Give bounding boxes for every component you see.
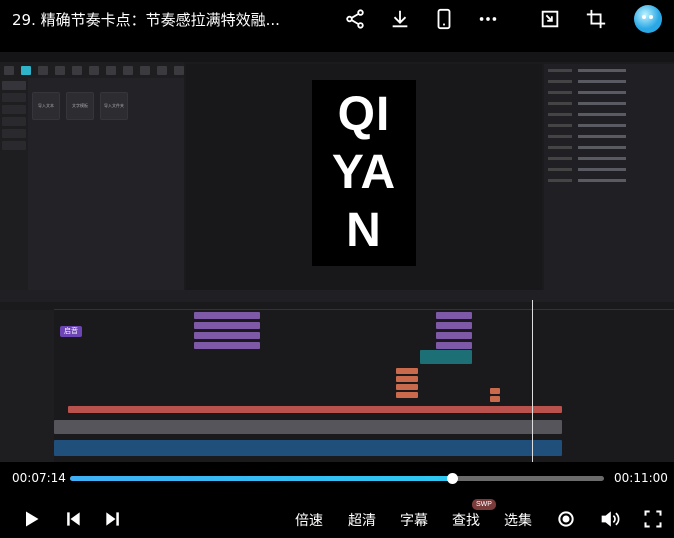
previous-button[interactable] — [62, 507, 84, 531]
next-button[interactable] — [102, 507, 124, 531]
avatar[interactable] — [634, 5, 662, 33]
skip-back-icon — [67, 512, 80, 526]
search-badge: SWP — [472, 499, 496, 510]
fullscreen-icon — [644, 510, 662, 528]
pip-icon[interactable] — [537, 6, 563, 32]
skip-forward-icon — [106, 512, 119, 526]
media-tile: 导入文件夹 — [100, 92, 128, 120]
speed-button[interactable]: 倍速 — [295, 510, 323, 530]
top-bar: 29. 精确节奏卡点：节奏感拉满特效融... — [0, 0, 674, 38]
progress-fill — [70, 476, 453, 481]
crop-icon[interactable] — [583, 6, 609, 32]
volume-button[interactable] — [598, 507, 622, 531]
fullscreen-button[interactable] — [642, 507, 664, 531]
media-tile: 文字模板 — [66, 92, 94, 120]
play-icon — [26, 511, 39, 527]
phone-icon[interactable] — [431, 6, 457, 32]
media-tile: 导入文本 — [32, 92, 60, 120]
video-frame[interactable]: 导入文本 文字模板 导入文件夹 QI YA N — [0, 52, 674, 462]
editor-properties-panel — [544, 64, 674, 290]
editor-menu-bar — [0, 52, 674, 62]
subtitle-button[interactable]: 字幕 — [400, 510, 428, 530]
editor-timeline — [0, 290, 674, 462]
video-title: 29. 精确节奏卡点：节奏感拉满特效融... — [12, 11, 280, 29]
preview-canvas: QI YA N — [312, 80, 416, 266]
preview-text-line: YA — [331, 146, 397, 199]
danmaku-button[interactable] — [555, 507, 577, 531]
editor-player: QI YA N — [186, 64, 542, 290]
current-time: 00:07:14 — [12, 471, 66, 485]
timeline-tooltip: 启音 — [60, 326, 82, 337]
preview-text-line: QI — [337, 88, 391, 141]
search-button[interactable]: 查找 — [452, 510, 480, 530]
download-icon[interactable] — [387, 6, 413, 32]
total-time: 00:11:00 — [614, 471, 668, 485]
more-icon[interactable] — [475, 6, 501, 32]
share-icon[interactable] — [342, 6, 368, 32]
quality-button[interactable]: 超清 — [348, 510, 376, 530]
editor-toolbar — [0, 62, 184, 78]
episodes-button[interactable]: 选集 — [504, 510, 532, 530]
editor-media-panel: 导入文本 文字模板 导入文件夹 — [28, 78, 184, 290]
timeline-playhead — [532, 300, 533, 462]
play-button[interactable] — [20, 507, 42, 531]
volume-icon — [601, 511, 620, 527]
progress-bar[interactable] — [70, 476, 604, 481]
preview-text-line: N — [346, 204, 382, 257]
progress-knob[interactable] — [447, 473, 459, 484]
editor-left-nav — [0, 78, 28, 290]
target-icon — [558, 511, 574, 527]
